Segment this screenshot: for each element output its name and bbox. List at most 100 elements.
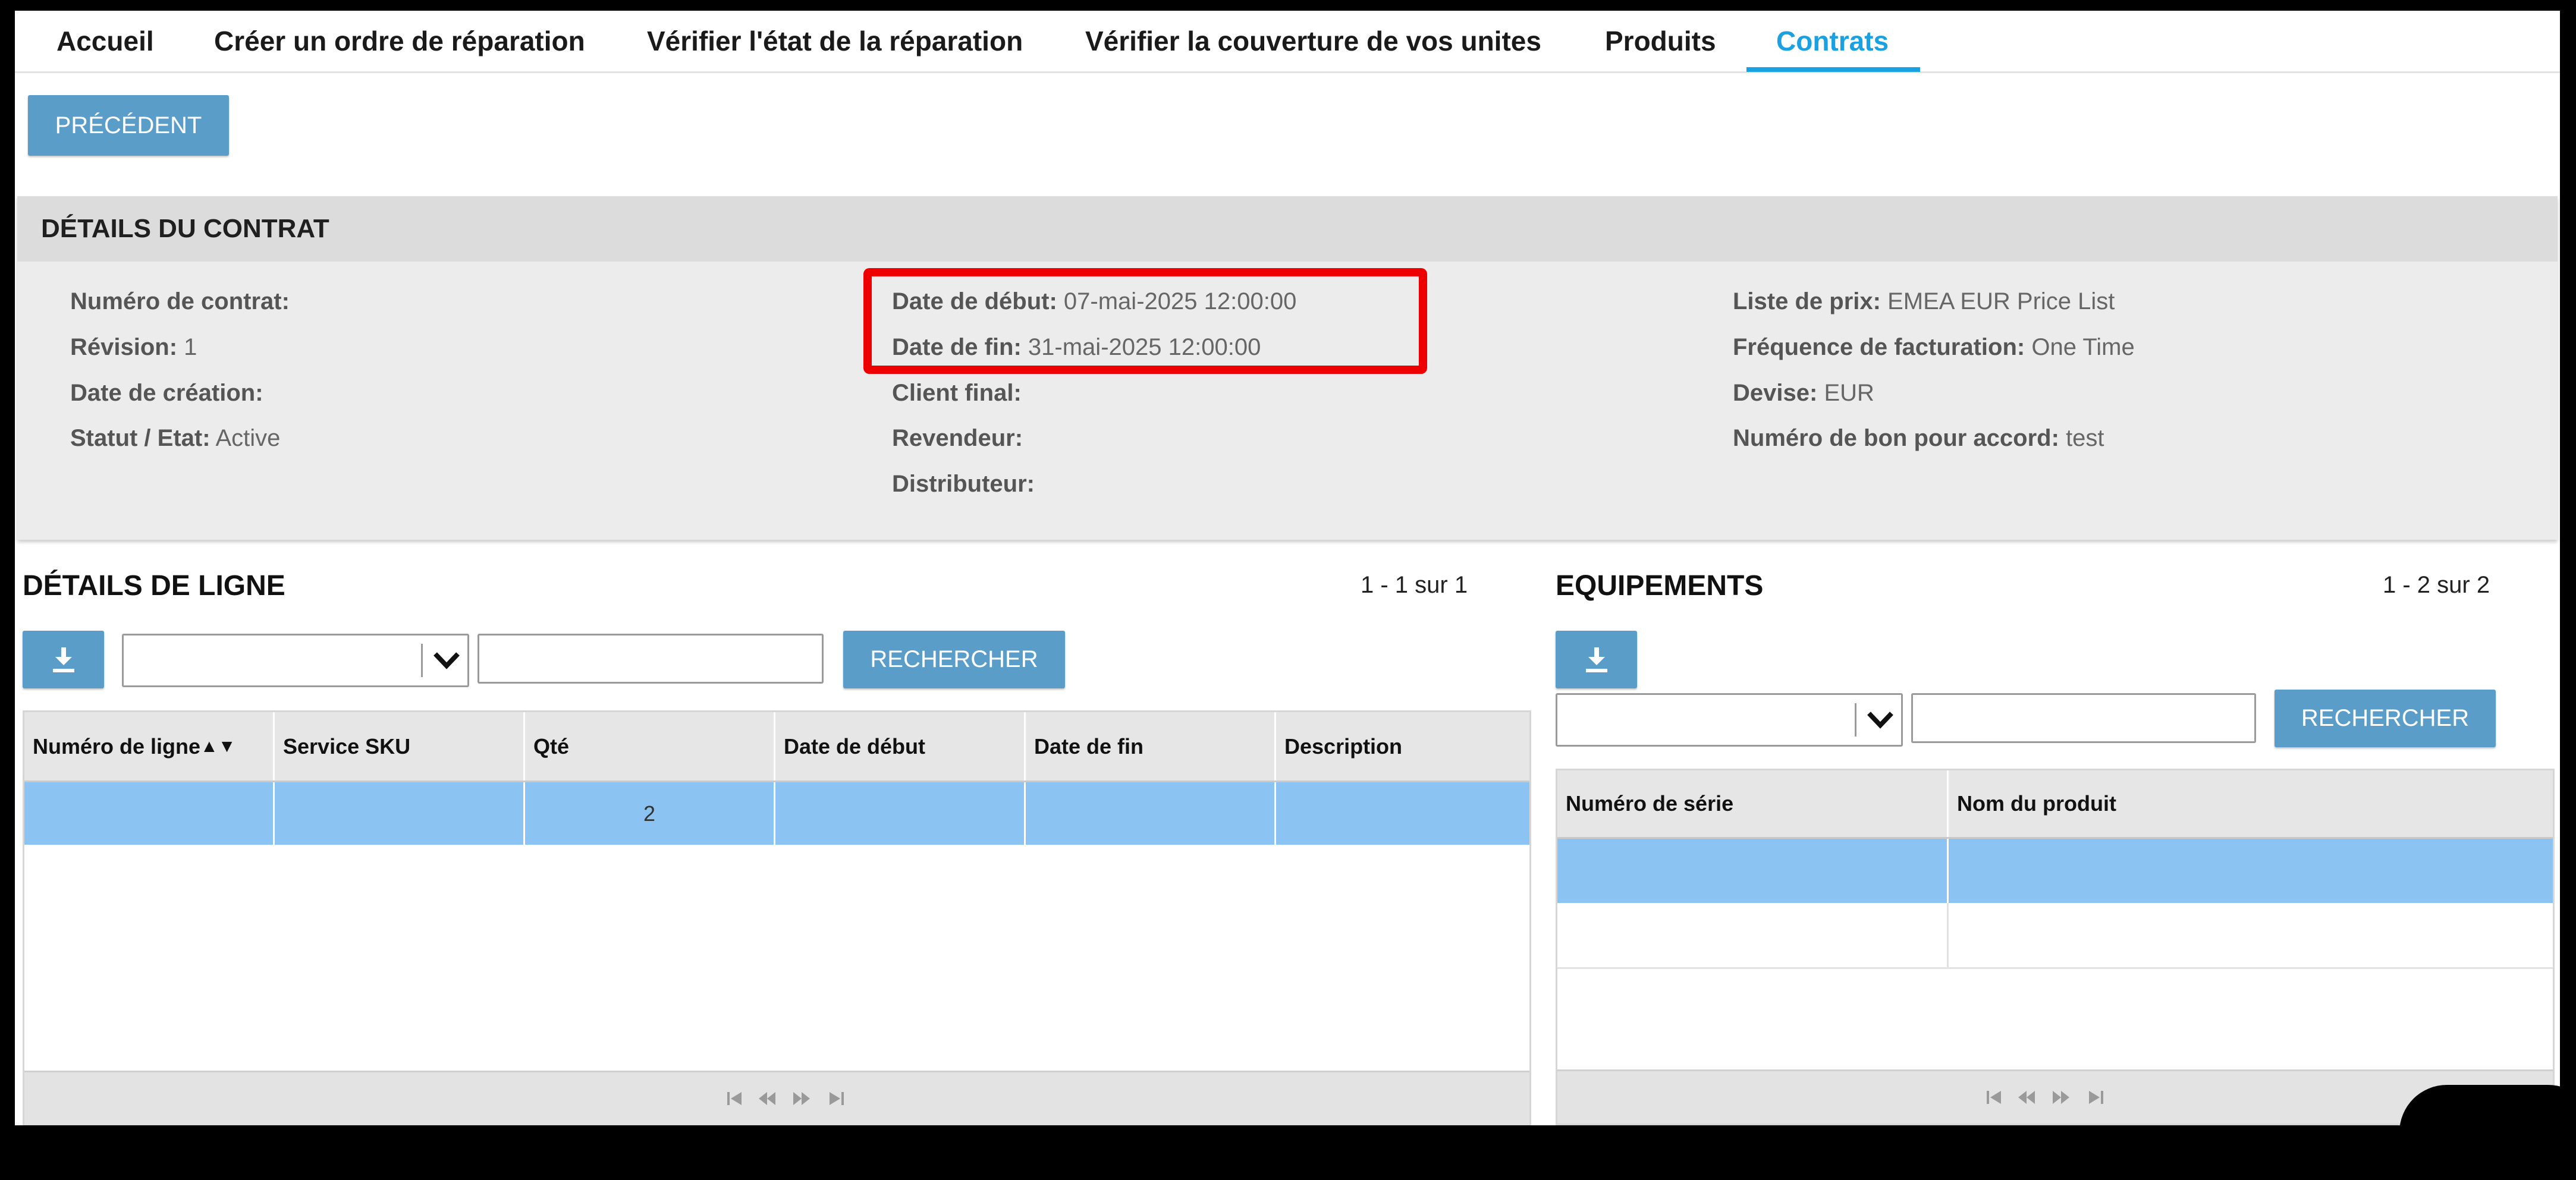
cell-service-sku (275, 782, 525, 845)
equipment-search-button[interactable]: RECHERCHER (2275, 690, 2496, 747)
line-search-input[interactable] (477, 634, 824, 684)
tab-contrats[interactable]: Contrats (1776, 11, 1889, 71)
next-page-icon[interactable] (2052, 1090, 2071, 1105)
field-label: Revendeur: (892, 425, 1023, 451)
equipment-column-select[interactable] (1556, 693, 1903, 747)
col-header-serial-number[interactable]: Numéro de série (1557, 770, 1949, 837)
col-header-line-number[interactable]: Numéro de ligne ▲▼ (24, 712, 275, 781)
field-label: Numéro de bon pour accord: (1733, 425, 2059, 451)
field-label: Révision: (70, 334, 178, 360)
field-billing-frequency: Fréquence de facturation: One Time (1733, 334, 2135, 361)
chevron-down-icon (1867, 712, 1893, 729)
equipment-search-input[interactable] (1911, 693, 2256, 743)
chat-widget-button[interactable] (2399, 1085, 2576, 1180)
table-row[interactable] (1557, 903, 2553, 969)
field-label: Distributeur: (892, 471, 1035, 497)
tab-verifier-couverture[interactable]: Vérifier la couverture de vos unites (1085, 11, 1541, 71)
cell-product-name (1949, 839, 2553, 903)
back-button[interactable]: PRÉCÉDENT (28, 95, 229, 156)
line-grid-header: Numéro de ligne ▲▼ Service SKU Qté Date d… (24, 712, 1529, 782)
col-header-start-date[interactable]: Date de début (775, 712, 1026, 781)
field-revision: Révision: 1 (70, 334, 197, 361)
field-value: 07-mai-2025 12:00:00 (1063, 288, 1297, 314)
line-grid-pager (24, 1071, 1529, 1125)
field-value: test (2066, 425, 2104, 451)
field-currency: Devise: EUR (1733, 380, 1874, 407)
field-value: 31-mai-2025 12:00:00 (1028, 334, 1261, 360)
top-nav: Accueil Créer un ordre de réparation Vér… (15, 11, 2560, 73)
col-header-service-sku[interactable]: Service SKU (275, 712, 525, 781)
field-label: Fréquence de facturation: (1733, 334, 2025, 360)
field-value: EMEA EUR Price List (1887, 288, 2115, 314)
cell-serial-number (1557, 903, 1949, 967)
col-header-product-name[interactable]: Nom du produit (1949, 770, 2553, 837)
equipment-count: 1 - 2 sur 2 (2383, 572, 2490, 598)
chevron-down-icon (433, 652, 460, 669)
field-creation-date: Date de création: (70, 380, 263, 407)
last-page-icon[interactable] (2087, 1090, 2104, 1105)
tab-verifier-etat-reparation[interactable]: Vérifier l'état de la réparation (647, 11, 1023, 71)
tab-produits[interactable]: Produits (1605, 11, 1716, 71)
cell-start-date (775, 782, 1026, 845)
line-details-title: DÉTAILS DE LIGNE (23, 570, 285, 602)
field-start-date: Date de début: 07-mai-2025 12:00:00 (892, 288, 1296, 315)
field-label: Date de création: (70, 380, 263, 406)
field-status: Statut / Etat: Active (70, 425, 280, 452)
field-approval-number: Numéro de bon pour accord: test (1733, 425, 2104, 452)
field-reseller: Revendeur: (892, 425, 1023, 452)
sort-icon[interactable]: ▲▼ (200, 737, 235, 757)
equipment-grid: Numéro de série Nom du produit (1556, 769, 2555, 1125)
contract-detail-page: Accueil Créer un ordre de réparation Vér… (15, 11, 2560, 1125)
next-page-icon[interactable] (792, 1091, 811, 1106)
table-row[interactable] (1557, 839, 2553, 903)
field-end-date: Date de fin: 31-mai-2025 12:00:00 (892, 334, 1261, 361)
field-value: Active (215, 425, 281, 451)
contract-details-panel: DÉTAILS DU CONTRAT Numéro de contrat: Ré… (17, 196, 2558, 540)
field-contract-number: Numéro de contrat: (70, 288, 290, 315)
cell-line-number (24, 782, 275, 845)
field-end-client: Client final: (892, 380, 1022, 407)
cell-product-name (1949, 903, 2553, 967)
col-header-qty[interactable]: Qté (525, 712, 775, 781)
first-page-icon[interactable] (726, 1091, 744, 1106)
table-row[interactable]: 2 (24, 782, 1529, 845)
field-label: Date de fin: (892, 334, 1022, 360)
col-header-description[interactable]: Description (1276, 712, 1529, 781)
field-label: Numéro de contrat: (70, 288, 290, 314)
equipment-title: EQUIPEMENTS (1556, 570, 1764, 602)
cell-qty: 2 (525, 782, 775, 845)
line-details-grid: Numéro de ligne ▲▼ Service SKU Qté Date d… (23, 710, 1531, 1125)
equipment-download-button[interactable] (1556, 631, 1637, 688)
field-label: Client final: (892, 380, 1022, 406)
line-download-button[interactable] (23, 631, 104, 688)
field-distributor: Distributeur: (892, 471, 1035, 498)
col-header-end-date[interactable]: Date de fin (1026, 712, 1276, 781)
cell-end-date (1026, 782, 1276, 845)
select-divider (421, 644, 423, 677)
field-label: Date de début: (892, 288, 1057, 314)
cell-description (1276, 782, 1529, 845)
contract-details-header: DÉTAILS DU CONTRAT (17, 196, 2558, 262)
prev-page-icon[interactable] (758, 1091, 777, 1106)
col-header-label: Numéro de ligne (33, 734, 201, 759)
download-icon (52, 647, 74, 672)
last-page-icon[interactable] (827, 1091, 845, 1106)
first-page-icon[interactable] (1986, 1090, 2003, 1105)
field-label: Statut / Etat: (70, 425, 211, 451)
contract-details-title: DÉTAILS DU CONTRAT (41, 214, 329, 243)
field-value: One Time (2031, 334, 2135, 360)
tab-creer-ordre-reparation[interactable]: Créer un ordre de réparation (214, 11, 585, 71)
select-divider (1855, 703, 1856, 737)
field-price-list: Liste de prix: EMEA EUR Price List (1733, 288, 2115, 315)
cell-serial-number (1557, 839, 1949, 903)
field-label: Devise: (1733, 380, 1818, 406)
field-value: 1 (184, 334, 197, 360)
line-details-count: 1 - 1 sur 1 (1361, 572, 1468, 598)
download-icon (1585, 647, 1607, 672)
prev-page-icon[interactable] (2017, 1090, 2036, 1105)
tab-accueil[interactable]: Accueil (56, 11, 154, 71)
line-search-button[interactable]: RECHERCHER (843, 631, 1065, 688)
equipment-grid-header: Numéro de série Nom du produit (1557, 770, 2553, 839)
field-value: EUR (1824, 380, 1874, 406)
line-column-select[interactable] (122, 634, 469, 687)
